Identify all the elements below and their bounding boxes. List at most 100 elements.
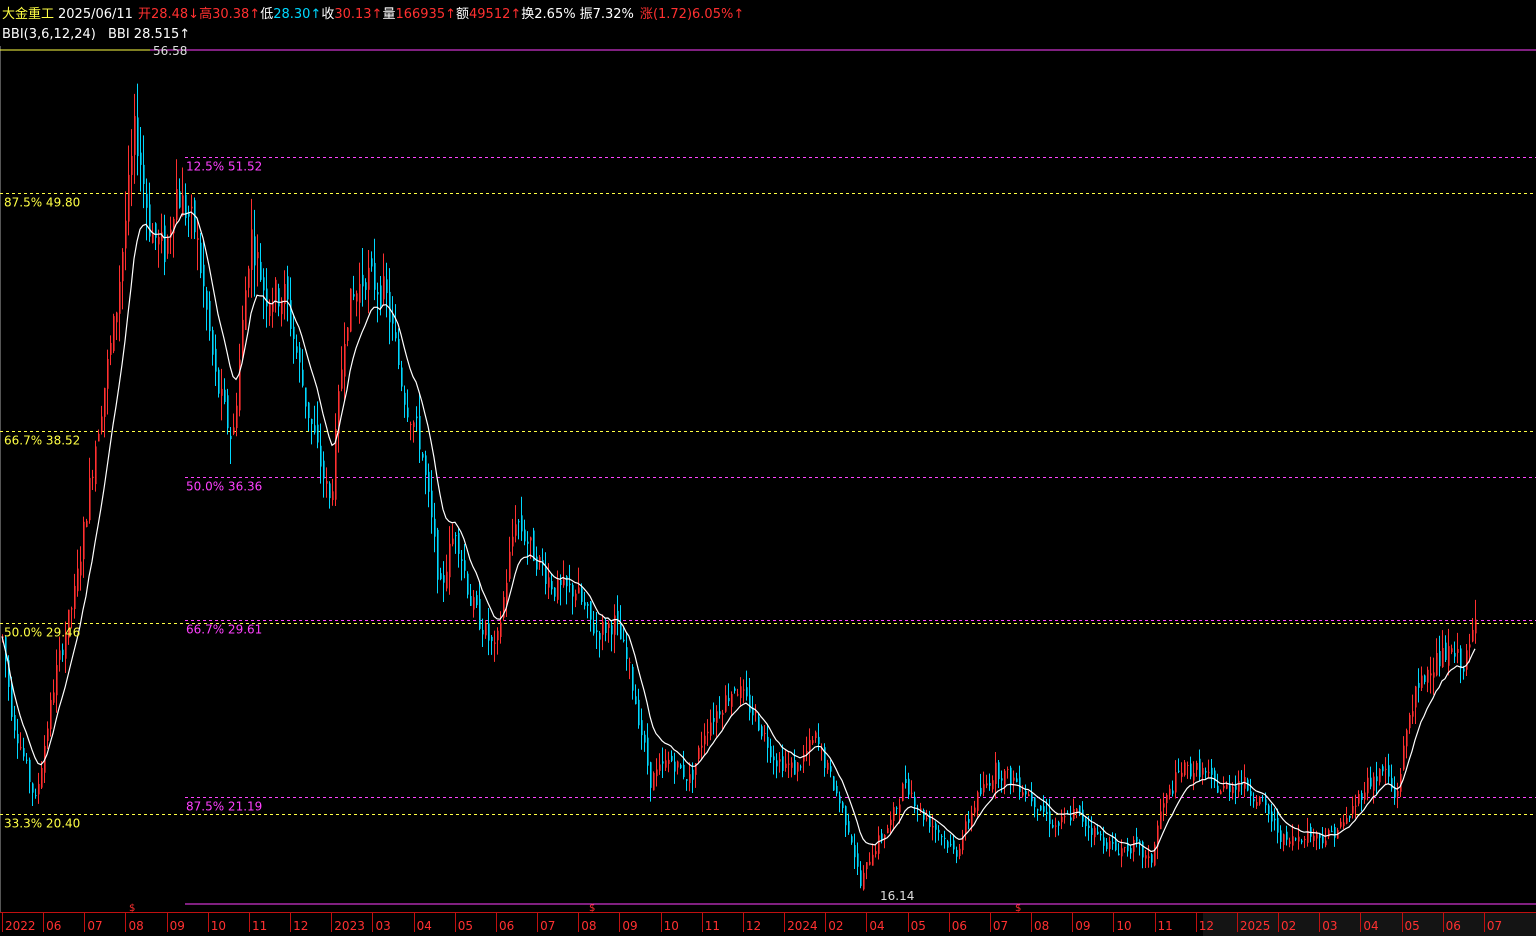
candle-body bbox=[767, 736, 769, 748]
candle-body bbox=[1322, 836, 1324, 844]
candle-body bbox=[1097, 831, 1099, 835]
candle-body bbox=[23, 748, 25, 757]
candle-body bbox=[41, 768, 43, 788]
candle-body bbox=[1190, 763, 1192, 777]
candle-body bbox=[1457, 649, 1459, 653]
candle-body bbox=[251, 229, 253, 270]
x-axis-label: 02 bbox=[828, 919, 843, 933]
candle-body bbox=[395, 332, 397, 339]
candle-body bbox=[1412, 711, 1414, 717]
x-axis-label: 06 bbox=[952, 919, 967, 933]
candle-body bbox=[1460, 648, 1462, 669]
candle-body bbox=[659, 764, 661, 771]
candle-body bbox=[233, 427, 235, 434]
volume-label: 量 bbox=[382, 7, 396, 22]
candle-body bbox=[1355, 805, 1357, 807]
fib-label-magenta: 12.5% 51.52 bbox=[186, 160, 262, 174]
candle-body bbox=[878, 835, 880, 854]
candle-body bbox=[323, 460, 325, 479]
candle-body bbox=[1064, 816, 1066, 818]
change-value: (1.72)6.05%↑ bbox=[652, 7, 745, 22]
candle-body bbox=[1040, 805, 1042, 811]
candle-body bbox=[692, 769, 694, 780]
candle-body bbox=[1100, 834, 1102, 836]
candle-body bbox=[134, 116, 136, 155]
candle-body bbox=[1268, 805, 1270, 815]
candle-body bbox=[350, 288, 352, 332]
candle-body bbox=[974, 807, 976, 813]
candle-body bbox=[1052, 825, 1054, 828]
x-axis-label: 08 bbox=[581, 919, 596, 933]
candle-body bbox=[356, 293, 358, 302]
candle-body bbox=[1112, 842, 1114, 844]
candle-body bbox=[1376, 776, 1378, 782]
x-axis-label: 09 bbox=[622, 919, 637, 933]
candle-body bbox=[593, 624, 595, 634]
x-axis-label: 2024 bbox=[787, 919, 818, 933]
candle-body bbox=[773, 756, 775, 761]
candle-body bbox=[1331, 830, 1333, 832]
candle-body bbox=[443, 575, 445, 583]
candle-body bbox=[440, 573, 442, 580]
candle-body bbox=[1133, 839, 1135, 852]
candle-body bbox=[344, 343, 346, 377]
min-price-label: 16.14 bbox=[880, 889, 914, 903]
candle-body bbox=[926, 818, 928, 820]
candle-body bbox=[1325, 840, 1327, 846]
candle-body bbox=[728, 697, 730, 702]
candle-body bbox=[623, 639, 625, 642]
x-axis-label: 11 bbox=[252, 919, 267, 933]
candle-body bbox=[560, 579, 562, 586]
candle-body bbox=[77, 568, 79, 592]
candle-body bbox=[1220, 791, 1222, 795]
candle-body bbox=[770, 746, 772, 758]
candle-body bbox=[1463, 668, 1465, 672]
x-axis-label: 06 bbox=[499, 919, 514, 933]
quote-header: 大金重工 2025/06/11 开 28.48↓ 高 30.38↑ 低 28.3… bbox=[2, 7, 744, 23]
x-axis-label: 07 bbox=[87, 919, 102, 933]
candle-body bbox=[1121, 848, 1123, 857]
candle-body bbox=[152, 233, 154, 243]
candle-body bbox=[662, 761, 664, 764]
candle-body bbox=[347, 327, 349, 341]
candle-body bbox=[1364, 792, 1366, 800]
candle-body bbox=[791, 762, 793, 768]
candle-body bbox=[1409, 714, 1411, 729]
volume-value: 166935↑ bbox=[395, 7, 456, 22]
candle-body bbox=[545, 568, 547, 584]
candle-body bbox=[95, 446, 97, 485]
candle-body bbox=[896, 807, 898, 809]
fib-label-yellow: 87.5% 49.80 bbox=[4, 196, 80, 210]
x-axis-label: 02 bbox=[1281, 919, 1296, 933]
candle-body bbox=[419, 415, 421, 450]
candle-body bbox=[137, 117, 139, 157]
candle-body bbox=[1385, 768, 1387, 770]
candle-body bbox=[1199, 758, 1201, 778]
candle-body bbox=[1346, 818, 1348, 824]
candle-body bbox=[686, 779, 688, 781]
kline-chart[interactable]: 56.58 16.14 87.5% 49.80 66.7% 38.52 50.0% 29… bbox=[0, 0, 1536, 936]
candle-body bbox=[830, 766, 832, 772]
candle-body bbox=[1343, 822, 1345, 827]
indicator-name[interactable]: BBI(3,6,12,24) bbox=[2, 27, 96, 42]
candle-body bbox=[629, 661, 631, 663]
candle-body bbox=[860, 870, 862, 887]
candle-body bbox=[113, 316, 115, 352]
candle-body bbox=[212, 330, 214, 355]
x-axis-label: 08 bbox=[1034, 919, 1049, 933]
candle-body bbox=[302, 369, 304, 386]
candle-body bbox=[1292, 836, 1294, 846]
candle-body bbox=[305, 387, 307, 407]
candle-body bbox=[788, 763, 790, 765]
candle-body bbox=[494, 642, 496, 644]
candle-body bbox=[146, 193, 148, 208]
x-axis-label: 04 bbox=[869, 919, 884, 933]
candle-body bbox=[1466, 650, 1468, 670]
candle-body bbox=[143, 164, 145, 184]
candle-body bbox=[404, 392, 406, 405]
open-label: 开 bbox=[137, 7, 151, 22]
candle-body bbox=[461, 559, 463, 561]
candle-body bbox=[104, 387, 106, 417]
candle-body bbox=[401, 367, 403, 387]
stock-name[interactable]: 大金重工 bbox=[2, 7, 54, 23]
